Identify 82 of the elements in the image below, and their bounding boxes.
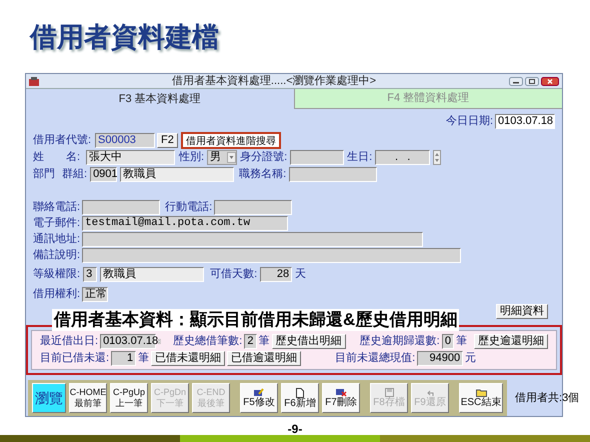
field-label: 備註說明: <box>33 249 80 262</box>
field-label: 等級權限: <box>33 268 80 281</box>
close-icon[interactable] <box>541 76 559 86</box>
advanced-search-button[interactable]: 借用者資料進階搜尋 <box>180 132 281 149</box>
lookup-button[interactable]: F2 <box>157 133 178 148</box>
field-label: 聯絡電話: <box>33 201 80 214</box>
unit-label: 天 <box>295 268 306 281</box>
details-button[interactable]: 已借逾還明細 <box>227 351 302 366</box>
app-icon <box>29 76 39 86</box>
toolbar-button[interactable]: ESC結束 <box>459 383 503 413</box>
field-label: 歷史總借筆數: <box>173 335 242 348</box>
history-overdue-button[interactable]: 歷史逾還明細 <box>474 334 548 349</box>
toolbar-button[interactable]: C-PgUp 上一筆 <box>110 383 148 413</box>
toolbar-button[interactable]: 瀏覽 <box>32 383 66 413</box>
delete-icon <box>336 388 346 397</box>
field-label: 職務名稱: <box>239 168 286 181</box>
text-field[interactable]: 3 <box>83 267 98 282</box>
text-field[interactable]: 2 <box>244 334 257 349</box>
text-field[interactable] <box>82 248 462 263</box>
field-label: 借用權利: <box>33 288 80 301</box>
text-field[interactable]: 教職員 <box>100 267 204 282</box>
unit-label: 筆 <box>456 335 467 348</box>
caption-banner: 借用者基本資料：顯示目前借用未歸還&歷史借用明細 <box>52 309 460 331</box>
text-field[interactable] <box>82 200 160 215</box>
text-field[interactable]: 0 <box>442 334 454 349</box>
minimize-icon[interactable] <box>509 76 523 86</box>
document-icon <box>296 388 304 398</box>
text-field[interactable] <box>289 167 378 182</box>
count-value: 3個 <box>562 392 580 404</box>
page-number: -9- <box>288 423 302 436</box>
text-field[interactable]: 正常 <box>82 287 108 302</box>
field-label: 部門 <box>33 168 56 181</box>
unit-label: 筆 <box>138 352 150 365</box>
text-field[interactable] <box>82 232 424 247</box>
history-loans-button[interactable]: 歷史借出明細 <box>272 334 346 349</box>
gender-dropdown[interactable]: 男 <box>207 150 238 165</box>
field-label: 借用者代號: <box>33 134 92 147</box>
field-label: 姓 名: <box>33 151 82 164</box>
text-field[interactable]: 0103.07.18 <box>495 114 555 129</box>
toolbar-button[interactable]: F5修改 <box>240 383 278 413</box>
unit-label: 元 <box>465 352 476 365</box>
toolbar-button[interactable]: F7刪除 <box>322 383 360 413</box>
field-label: 目前未還總現值: <box>335 352 416 365</box>
text-field[interactable]: S00003 <box>95 133 155 148</box>
toolbar-button[interactable]: C-HOME 最前筆 <box>69 383 107 413</box>
text-field[interactable] <box>290 150 344 165</box>
undo-icon <box>426 388 434 396</box>
spinner-icon[interactable] <box>433 150 442 165</box>
text-field[interactable]: 1 <box>111 351 136 366</box>
text-field[interactable] <box>214 200 292 215</box>
field-label: 最近借出日: <box>40 335 98 348</box>
text-field[interactable]: 0103.07.18 <box>100 334 156 349</box>
text-field[interactable]: testmail@mail.pota.com.tw <box>82 216 288 231</box>
text-field[interactable]: 張大中 <box>86 150 175 165</box>
field-label: 身分證號: <box>240 151 288 164</box>
field-label: 通訊地址: <box>33 233 80 246</box>
floppy-icon <box>384 388 394 397</box>
maximize-icon[interactable] <box>525 76 539 86</box>
field-label: 可借天數: <box>210 268 258 281</box>
detail-button[interactable]: 明細資料 <box>496 304 548 319</box>
text-field[interactable]: 94900 <box>417 351 464 366</box>
text-field[interactable]: 28 <box>260 267 292 282</box>
text-field[interactable]: 0901 <box>90 167 118 182</box>
field-label: 行動電話: <box>165 201 212 214</box>
field-label: 目前已借未還: <box>40 352 110 365</box>
text-field[interactable]: 教職員 <box>120 167 234 182</box>
details-button[interactable]: 已借未還明細 <box>151 351 226 366</box>
text-field[interactable]: . . <box>375 150 430 165</box>
field-label: 群組: <box>62 168 88 181</box>
field-label: 今日日期: <box>446 115 493 128</box>
field-label: 歷史逾期歸還數: <box>360 335 440 348</box>
count-label: 借用者共: <box>515 392 562 404</box>
pencil-icon <box>254 388 264 397</box>
field-label: 電子郵件: <box>33 217 80 230</box>
toolbar-button[interactable]: F6新增 <box>281 383 319 413</box>
unit-label: 筆 <box>258 335 270 348</box>
slide-title: 借用者資料建檔 <box>30 22 219 52</box>
window-title: 借用者基本資料處理.....<瀏覽作業處理中> <box>172 74 376 88</box>
field-label: 生日: <box>347 151 372 164</box>
folder-icon <box>476 388 486 397</box>
caret-icon <box>227 152 236 163</box>
field-label: 性別: <box>179 151 204 164</box>
